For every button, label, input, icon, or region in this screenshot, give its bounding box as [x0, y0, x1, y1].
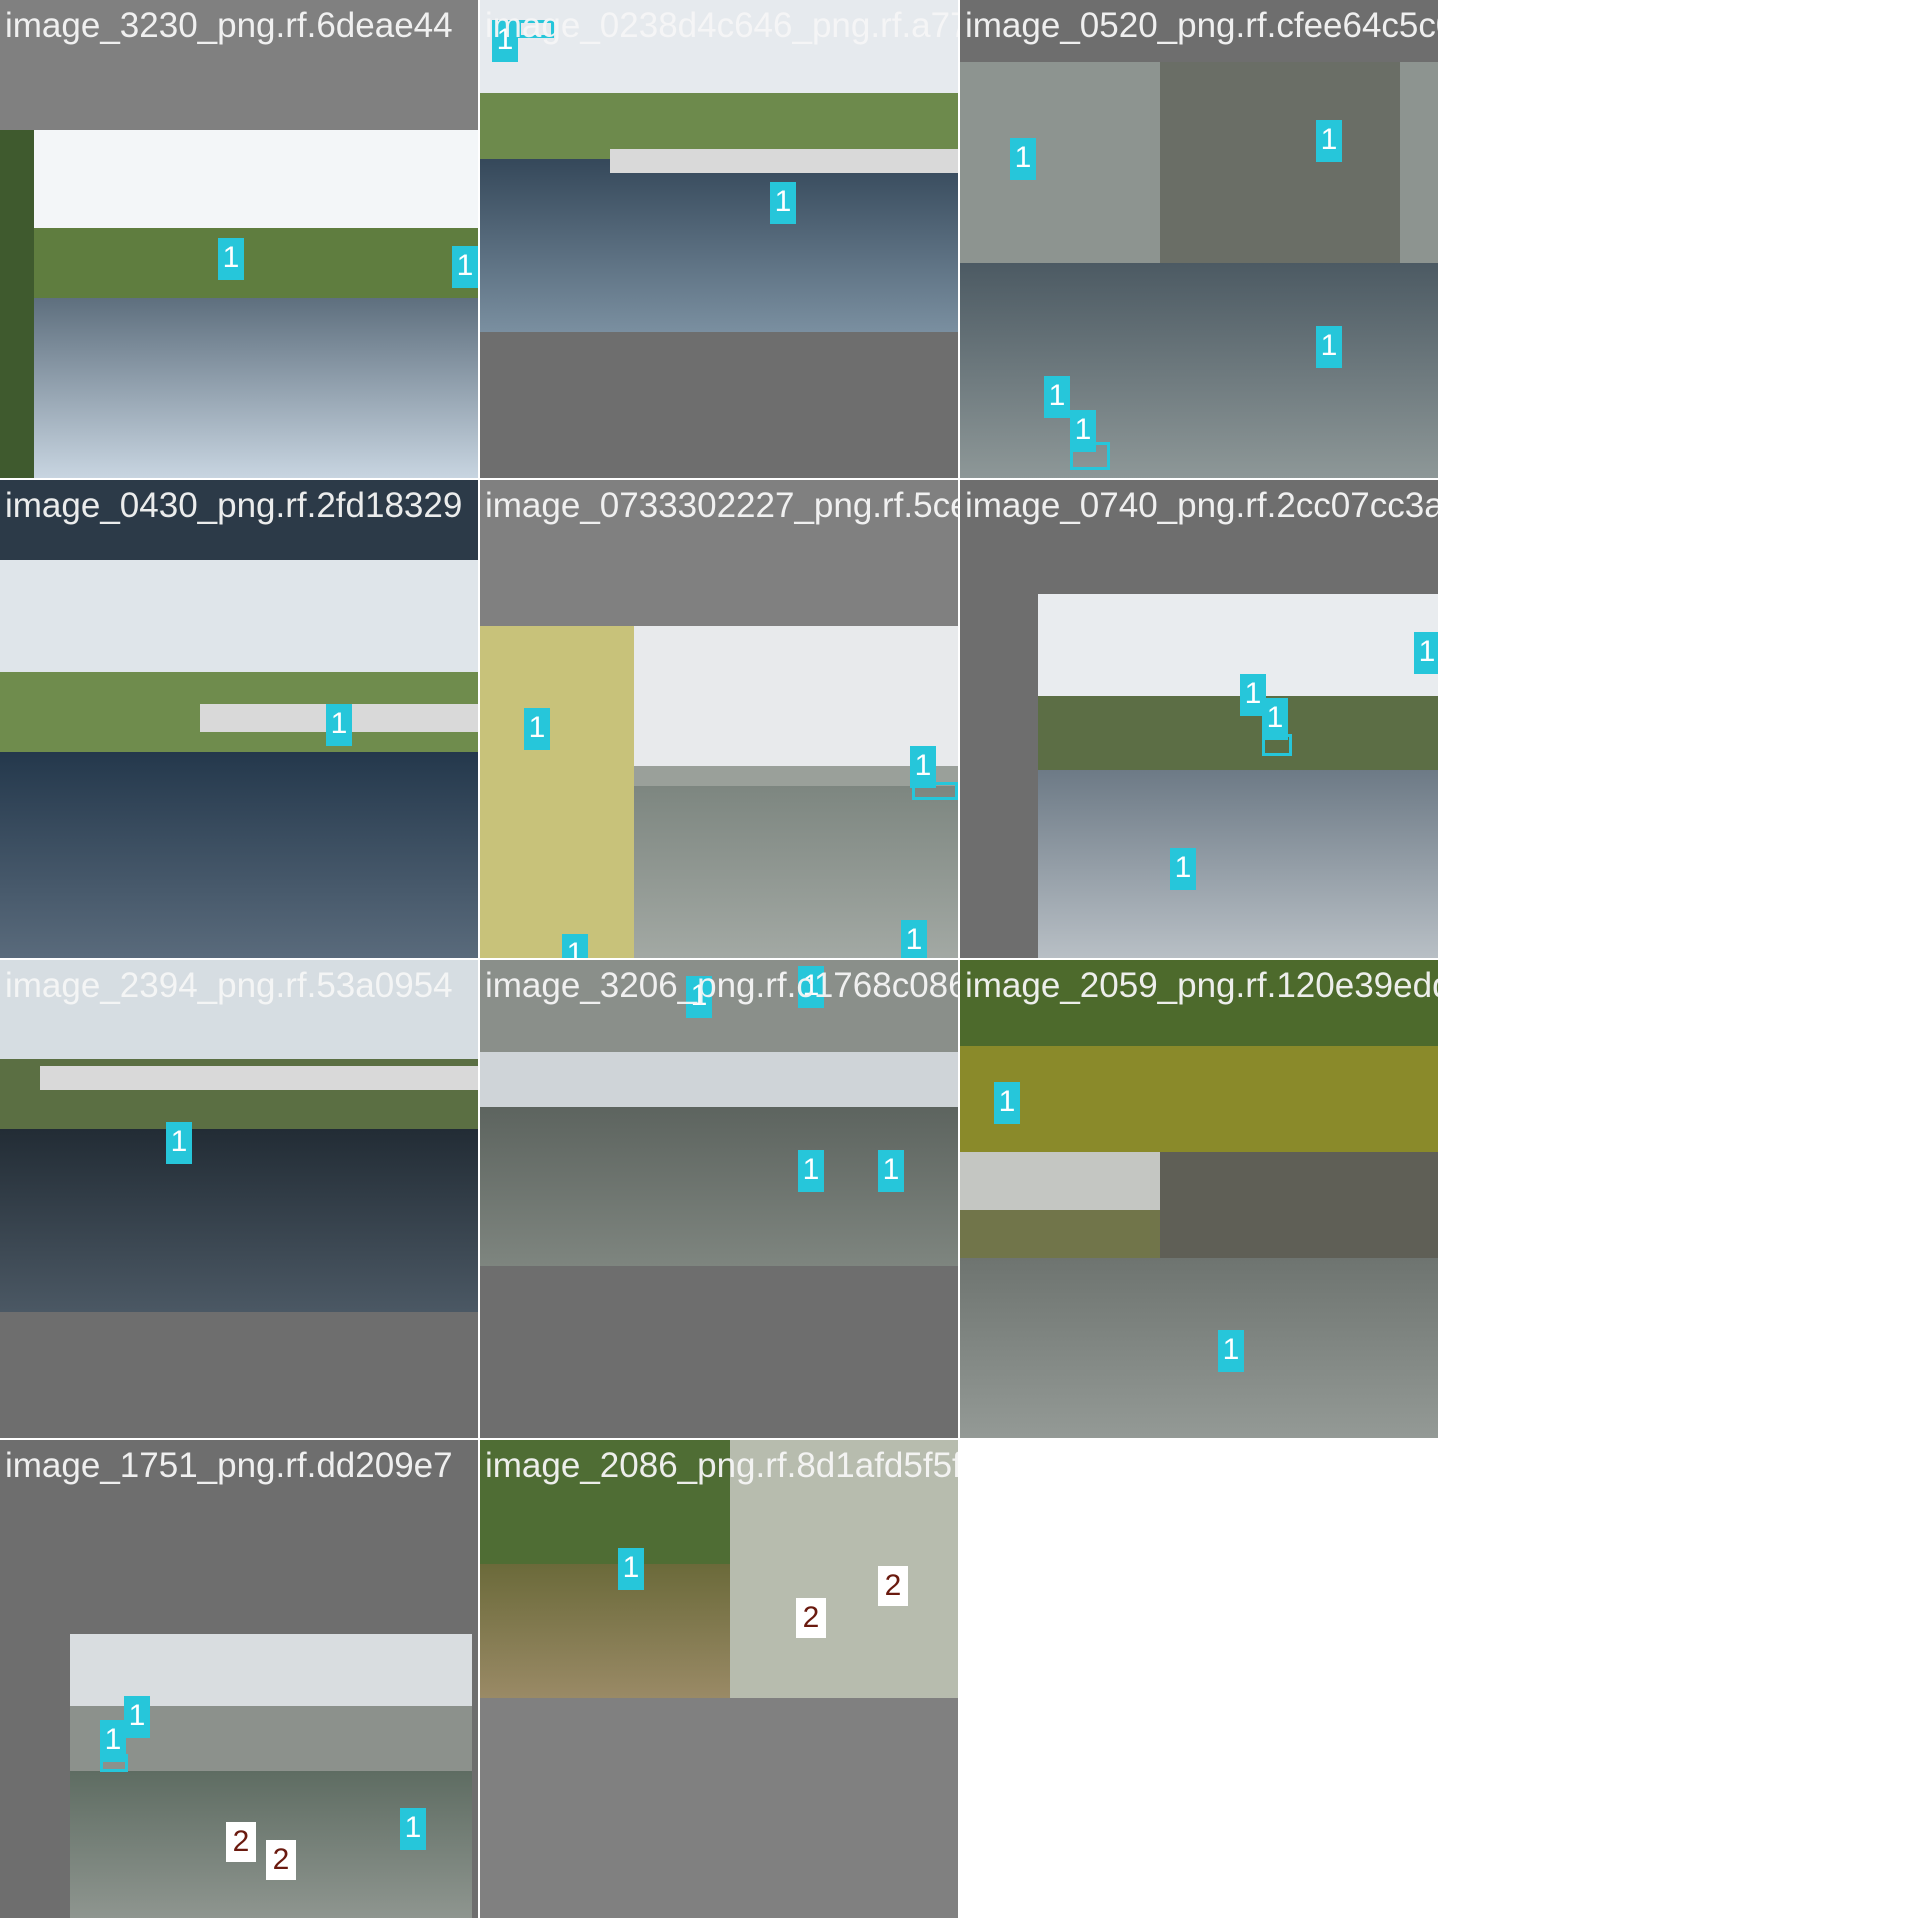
class-1-tag: 1 — [1044, 376, 1070, 418]
mosaic-photo — [0, 560, 478, 958]
mosaic-tile[interactable]: image_1751_png.rf.dd209e7 1 1 1 2 2 — [0, 1440, 480, 1920]
class-1-tag: 1 — [326, 704, 352, 746]
class-2-tag: 2 — [226, 1822, 256, 1862]
class-1-tag: 1 — [770, 182, 796, 224]
class-1-tag: 1 — [562, 934, 588, 958]
mosaic-photo — [0, 130, 478, 478]
class-1-tag: 1 — [910, 746, 936, 788]
mosaic-tile[interactable]: image_0520_png.rf.cfee64c5c0e00092bc03c8… — [960, 0, 1440, 480]
mosaic-photo — [0, 960, 478, 1312]
class-1-tag: 1 — [1070, 410, 1096, 452]
class-1-tag: 1 — [452, 246, 478, 288]
tile-filename: image_3206_png.rf.c1768c086 — [485, 966, 960, 1005]
mosaic-tile[interactable]: image_2086_png.rf.8d1afd5f5f8533c548af85… — [480, 1440, 960, 1920]
mosaic-photo — [480, 0, 958, 332]
tile-filename: image_3230_png.rf.6deae44 — [5, 6, 453, 45]
mosaic-photo — [480, 626, 958, 958]
class-1-tag: 1 — [1262, 698, 1288, 740]
tile-filename: image_2086_png.rf.8d1afd5f5f8533c548af85 — [485, 1446, 958, 1485]
class-1-tag: 1 — [618, 1548, 644, 1590]
tile-filename: image_2394_png.rf.53a0954 — [5, 966, 453, 1005]
tile-filename: image_0430_png.rf.2fd18329 — [5, 486, 463, 525]
tile-filename: image_1751_png.rf.dd209e7 — [5, 1446, 453, 1485]
tile-filename: image_0740_png.rf.2cc07cc3a68f3f5604a61e — [965, 486, 1440, 525]
mosaic-tile[interactable]: image_0733302227_png.rf.5ce2f5758a16a173… — [480, 480, 960, 960]
class-1-tag: 1 — [1414, 632, 1438, 674]
tile-filename: image_0238d4c646_png.rf.a770fd9f0a9e1b05… — [485, 6, 958, 45]
mosaic-photo — [960, 960, 1438, 1438]
class-1-tag: 1 — [166, 1122, 192, 1164]
mosaic-tile[interactable]: image_2059_png.rf.120e39edd90d0deb852a33… — [960, 960, 1440, 1440]
mosaic-photo — [960, 62, 1438, 478]
class-1-tag: 1 — [901, 920, 927, 958]
class-1-tag: 1 — [400, 1808, 426, 1850]
class-1-tag: 1 — [218, 238, 244, 280]
class-1-tag: 1 — [878, 1150, 904, 1192]
class-2-tag: 2 — [796, 1598, 826, 1638]
tile-filename: image_0520_png.rf.cfee64c5c0e00092bc03c8 — [965, 6, 1438, 45]
mosaic-tile[interactable]: image_3230_png.rf.6deae44 1 1 — [0, 0, 480, 480]
class-2-tag: 2 — [878, 1566, 908, 1606]
class-1-tag: 1 — [1170, 848, 1196, 890]
tile-filename: image_2059_png.rf.120e39edd90d0deb852a33 — [965, 966, 1438, 1005]
mosaic-tile[interactable]: image_0430_png.rf.2fd18329 1 — [0, 480, 480, 960]
mosaic-tile[interactable]: image_0238d4c646_png.rf.a770fd9f0a9e1b05… — [480, 0, 960, 480]
class-1-tag: 1 — [1010, 138, 1036, 180]
class-1-tag: 1 — [994, 1082, 1020, 1124]
class-1-tag: 1 — [1316, 120, 1342, 162]
class-1-tag: 1 — [798, 1150, 824, 1192]
class-1-tag: 1 — [1218, 1330, 1244, 1372]
class-1-tag: 1 — [524, 708, 550, 750]
mosaic-photo — [1038, 594, 1438, 958]
class-1-tag: 1 — [124, 1696, 150, 1738]
tile-filename: image_0733302227_png.rf.5ce2f5758a16a173… — [485, 486, 958, 525]
mosaic-tile[interactable]: image_3206_png.rf.c1768c086 1 1 1 1 — [480, 960, 960, 1440]
mosaic-tile[interactable]: image_2394_png.rf.53a0954 1 — [0, 960, 480, 1440]
class-1-tag: 1 — [100, 1720, 126, 1762]
class-2-tag: 2 — [266, 1840, 296, 1880]
class-1-tag: 1 — [1316, 326, 1342, 368]
mosaic-tile[interactable]: image_0740_png.rf.2cc07cc3a68f3f5604a61e… — [960, 480, 1440, 960]
